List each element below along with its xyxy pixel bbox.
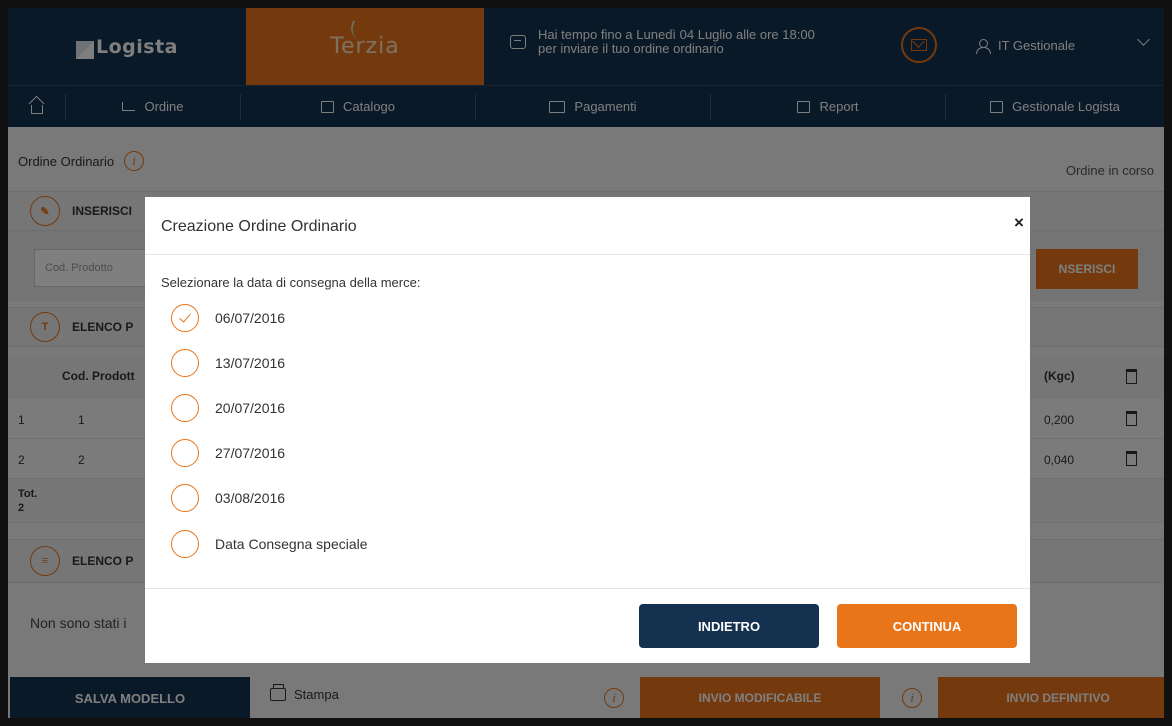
radio-icon[interactable] [171,439,199,467]
delivery-date-modal: Creazione Ordine Ordinario × Selezionare… [145,197,1030,663]
modal-title: Creazione Ordine Ordinario [161,218,357,235]
delivery-option-5[interactable]: 03/08/2016 [171,484,285,512]
back-button[interactable]: INDIETRO [639,604,819,648]
close-icon[interactable]: × [1014,213,1024,233]
radio-icon[interactable] [171,484,199,512]
delivery-option-3[interactable]: 20/07/2016 [171,394,285,422]
delivery-option-4[interactable]: 27/07/2016 [171,439,285,467]
modal-header: Creazione Ordine Ordinario × [145,197,1030,255]
delivery-option-label: 20/07/2016 [215,400,286,416]
delivery-option-label: 06/07/2016 [215,310,286,326]
delivery-option-2[interactable]: 13/07/2016 [171,349,285,377]
radio-icon[interactable] [171,349,199,377]
radio-checked-icon[interactable] [171,304,199,332]
delivery-option-1[interactable]: 06/07/2016 [171,304,285,332]
delivery-option-label: 03/08/2016 [215,490,286,506]
delivery-option-special[interactable]: Data Consegna speciale [171,530,368,558]
continue-button[interactable]: CONTINUA [837,604,1017,648]
delivery-date-prompt: Selezionare la data di consegna della me… [161,275,421,290]
radio-icon[interactable] [171,394,199,422]
delivery-option-label: 27/07/2016 [215,445,286,461]
delivery-option-label: 13/07/2016 [215,355,286,371]
delivery-option-label: Data Consegna speciale [215,536,368,552]
radio-icon[interactable] [171,530,199,558]
